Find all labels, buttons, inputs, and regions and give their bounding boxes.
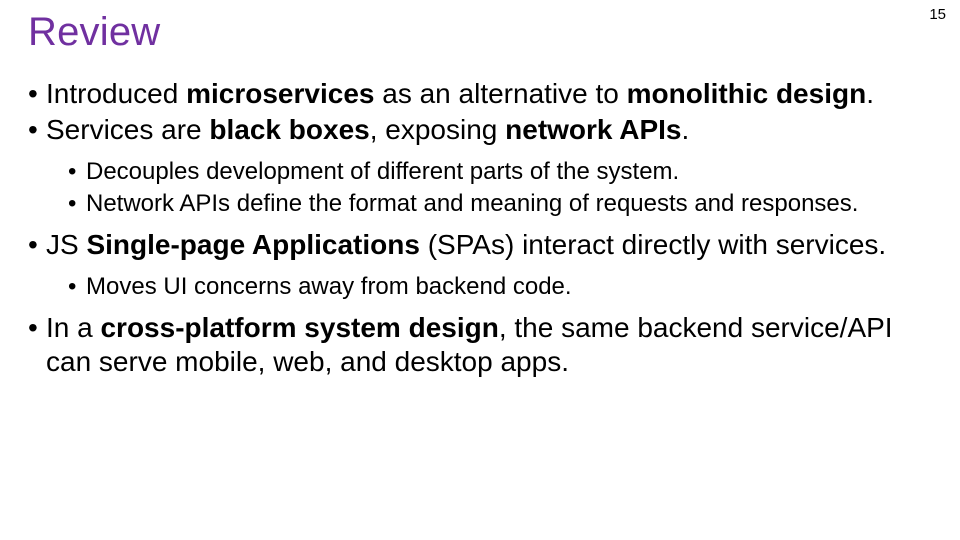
bold-text: cross-platform system design <box>100 312 498 343</box>
text: Introduced <box>46 78 186 109</box>
bold-text: monolithic design <box>627 78 867 109</box>
bullet-item: In a cross-platform system design, the s… <box>28 311 932 379</box>
sub-bullet-item: Moves UI concerns away from backend code… <box>68 272 932 301</box>
bullet-list: Introduced microservices as an alternati… <box>28 77 932 380</box>
text: , exposing <box>370 114 505 145</box>
sub-bullet-list: Decouples development of different parts… <box>68 157 932 218</box>
sub-bullet-item: Network APIs define the format and meani… <box>68 189 932 218</box>
text: JS <box>46 229 86 260</box>
bullet-item: Introduced microservices as an alternati… <box>28 77 932 111</box>
text: Network APIs define the format and meani… <box>86 190 858 217</box>
bold-text: Single-page Applications <box>86 229 419 260</box>
text: . <box>866 78 874 109</box>
slide: 15 Review Introduced microservices as an… <box>0 0 960 540</box>
text: In a <box>46 312 100 343</box>
bullet-item: Services are black boxes, exposing netwo… <box>28 113 932 218</box>
text: Moves UI concerns away from backend code… <box>86 273 572 300</box>
page-number: 15 <box>929 6 946 23</box>
sub-bullet-item: Decouples development of different parts… <box>68 157 932 186</box>
sub-bullet-list: Moves UI concerns away from backend code… <box>68 272 932 301</box>
bold-text: microservices <box>186 78 374 109</box>
text: . <box>681 114 689 145</box>
bold-text: black boxes <box>209 114 369 145</box>
bold-text: network APIs <box>505 114 681 145</box>
text: Services are <box>46 114 209 145</box>
bullet-item: JS Single-page Applications (SPAs) inter… <box>28 228 932 301</box>
text: (SPAs) interact directly with services. <box>420 229 886 260</box>
text: as an alternative to <box>374 78 626 109</box>
slide-title: Review <box>28 10 932 55</box>
text: Decouples development of different parts… <box>86 158 679 185</box>
